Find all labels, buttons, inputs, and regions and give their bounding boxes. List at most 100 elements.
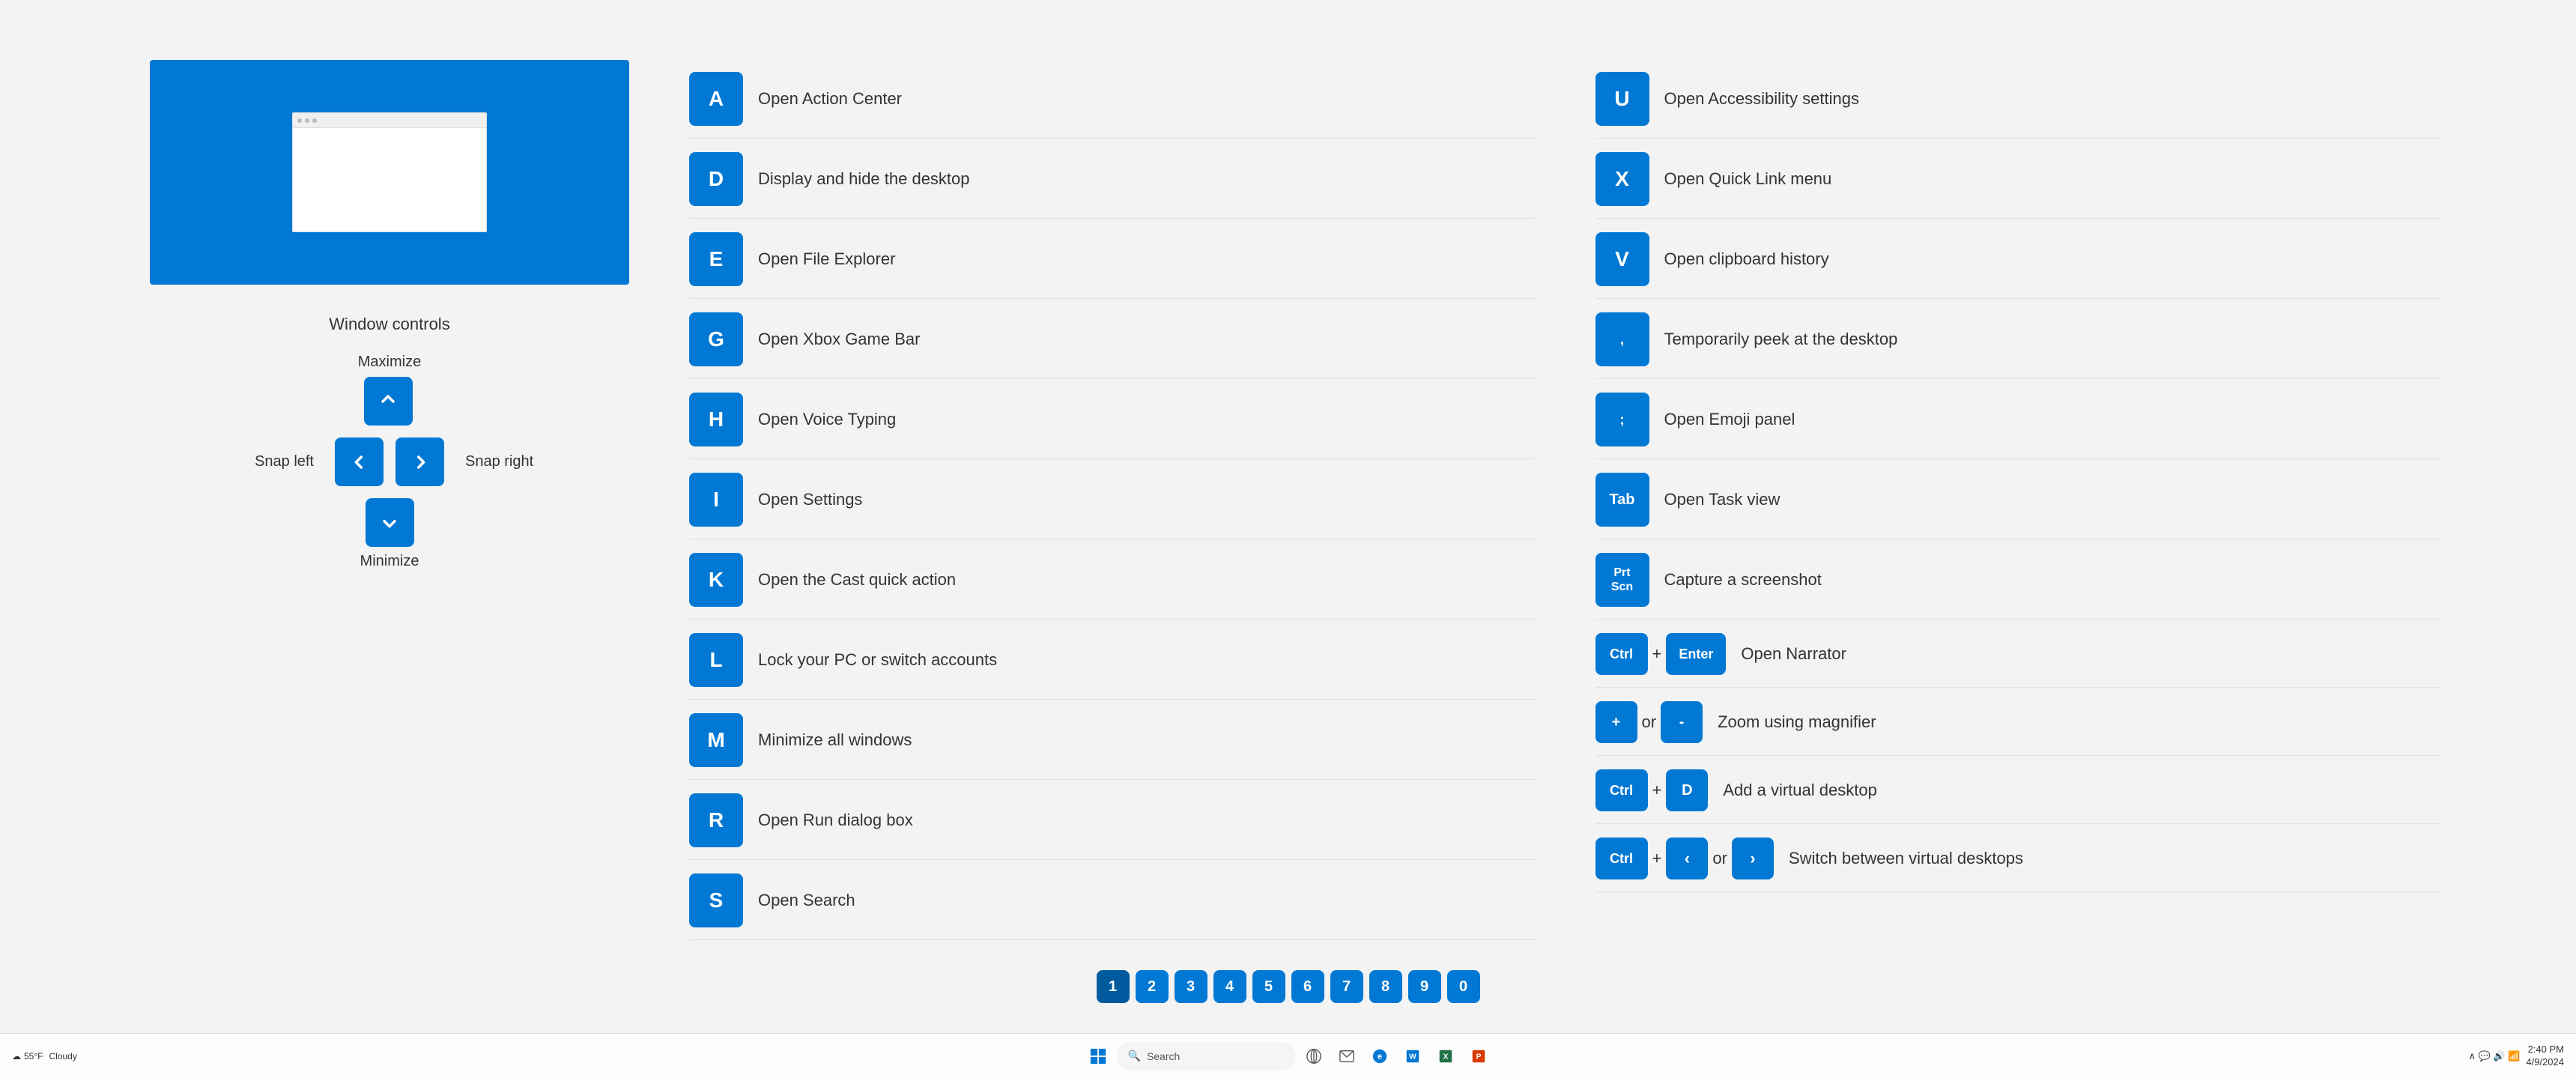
shortcut-row-g: G Open Xbox Game Bar: [689, 300, 1536, 379]
key-l: L: [689, 633, 743, 687]
plus-sep-1: +: [1652, 644, 1662, 664]
svg-text:P: P: [1476, 1053, 1481, 1061]
weather-icon: ☁: [12, 1051, 21, 1062]
shortcut-row-comma: , Temporarily peek at the desktop: [1595, 300, 2442, 379]
clock: 2:40 PM 4/9/2024: [2526, 1044, 2564, 1069]
desc-prtscn: Capture a screenshot: [1664, 570, 2442, 590]
page-8[interactable]: 8: [1369, 970, 1402, 1003]
desc-i: Open Settings: [758, 490, 1536, 509]
page-7[interactable]: 7: [1330, 970, 1363, 1003]
weather-temp: 55°F: [24, 1051, 43, 1062]
svg-text:X: X: [1443, 1053, 1448, 1061]
key-right-arrow: ›: [1732, 838, 1774, 879]
key-enter: Enter: [1666, 633, 1726, 675]
clock-time: 2:40 PM: [2526, 1044, 2564, 1056]
window-inner: [292, 112, 487, 232]
snap-left-label: Snap left: [239, 453, 329, 470]
key-ctrl-3: Ctrl: [1595, 838, 1648, 879]
win-dot-1: [297, 118, 302, 123]
shortcut-row-u: U Open Accessibility settings: [1595, 60, 2442, 139]
key-s: S: [689, 873, 743, 927]
search-icon: 🔍: [1128, 1050, 1141, 1062]
plus-sep-3: +: [1652, 849, 1662, 868]
page-4[interactable]: 4: [1213, 970, 1246, 1003]
taskbar-icon-3[interactable]: e: [1365, 1041, 1395, 1071]
shortcut-row-ctrl-arrows: Ctrl + ‹ or › Switch between virtual des…: [1595, 826, 2442, 892]
shortcut-row-d: D Display and hide the desktop: [689, 140, 1536, 219]
shortcut-row-x: X Open Quick Link menu: [1595, 140, 2442, 219]
snap-right-button[interactable]: [396, 437, 444, 486]
snap-right-label: Snap right: [450, 453, 540, 470]
desc-r: Open Run dialog box: [758, 811, 1536, 830]
snap-left-button[interactable]: [335, 437, 384, 486]
taskbar-icon-5[interactable]: X: [1431, 1041, 1461, 1071]
shortcut-row-m: M Minimize all windows: [689, 701, 1536, 780]
desc-ctrl-enter: Open Narrator: [1741, 644, 2441, 664]
controls-title: Window controls: [329, 315, 449, 334]
taskbar-icon-4[interactable]: W: [1398, 1041, 1428, 1071]
shortcut-row-plus-minus: + or - Zoom using magnifier: [1595, 689, 2442, 756]
desc-a: Open Action Center: [758, 89, 1536, 109]
key-combo-ctrl-d: Ctrl + D: [1595, 769, 1709, 811]
taskbar-icon-6[interactable]: P: [1464, 1041, 1494, 1071]
key-combo-plus-minus: + or -: [1595, 701, 1703, 743]
key-comma: ,: [1595, 312, 1649, 366]
page-6[interactable]: 6: [1291, 970, 1324, 1003]
left-panel: Window controls Maximize Snap left: [135, 60, 644, 988]
maximize-button[interactable]: [364, 377, 413, 426]
page-1[interactable]: 1: [1097, 970, 1130, 1003]
shortcut-row-a: A Open Action Center: [689, 60, 1536, 139]
desc-e: Open File Explorer: [758, 249, 1536, 269]
taskbar: ☁ 55°F Cloudy 🔍 Search e W: [0, 1033, 2576, 1078]
key-k: K: [689, 553, 743, 607]
weather-desc: Cloudy: [49, 1051, 76, 1062]
key-combo-ctrl-arrows: Ctrl + ‹ or ›: [1595, 838, 1774, 879]
shortcut-row-h: H Open Voice Typing: [689, 381, 1536, 459]
taskbar-search-box[interactable]: 🔍 Search: [1116, 1042, 1296, 1071]
page-5[interactable]: 5: [1252, 970, 1285, 1003]
right-panel: A Open Action Center D Display and hide …: [689, 60, 2441, 988]
shortcut-row-ctrl-d: Ctrl + D Add a virtual desktop: [1595, 757, 2442, 824]
or-sep-1: or: [1642, 712, 1657, 732]
minimize-button[interactable]: [366, 498, 414, 547]
or-sep-2: or: [1712, 849, 1727, 868]
weather-widget[interactable]: ☁ 55°F Cloudy: [12, 1051, 77, 1062]
key-v: V: [1595, 232, 1649, 286]
key-d: D: [689, 152, 743, 206]
shortcut-row-r: R Open Run dialog box: [689, 781, 1536, 860]
desc-d: Display and hide the desktop: [758, 169, 1536, 189]
shortcut-row-s: S Open Search: [689, 862, 1536, 940]
desc-h: Open Voice Typing: [758, 410, 1536, 429]
search-label: Search: [1147, 1050, 1180, 1062]
maximize-label: Maximize: [358, 354, 421, 371]
shortcut-row-semicolon: ; Open Emoji panel: [1595, 381, 2442, 459]
key-d-combo: D: [1666, 769, 1708, 811]
key-u: U: [1595, 72, 1649, 126]
desc-g: Open Xbox Game Bar: [758, 330, 1536, 349]
page-9[interactable]: 9: [1408, 970, 1441, 1003]
page-3[interactable]: 3: [1175, 970, 1207, 1003]
desc-m: Minimize all windows: [758, 730, 1536, 750]
key-h: H: [689, 393, 743, 446]
desc-s: Open Search: [758, 891, 1536, 910]
page-2[interactable]: 2: [1136, 970, 1169, 1003]
key-g: G: [689, 312, 743, 366]
taskbar-icon-1[interactable]: [1299, 1041, 1329, 1071]
key-i: I: [689, 473, 743, 527]
key-semicolon: ;: [1595, 393, 1649, 446]
taskbar-icon-2[interactable]: [1332, 1041, 1362, 1071]
minimize-group: Minimize: [360, 492, 420, 570]
key-r: R: [689, 793, 743, 847]
win-dot-3: [312, 118, 317, 123]
shortcut-row-e: E Open File Explorer: [689, 220, 1536, 299]
key-prtscn: PrtScn: [1595, 553, 1649, 607]
start-button[interactable]: [1083, 1041, 1113, 1071]
svg-text:e: e: [1377, 1052, 1381, 1061]
svg-text:W: W: [1409, 1053, 1416, 1061]
key-e: E: [689, 232, 743, 286]
page-0[interactable]: 0: [1447, 970, 1480, 1003]
key-m: M: [689, 713, 743, 767]
controls-layout: Maximize Snap left Snap right: [239, 354, 540, 570]
desc-u: Open Accessibility settings: [1664, 89, 2442, 109]
shortcut-row-v: V Open clipboard history: [1595, 220, 2442, 299]
